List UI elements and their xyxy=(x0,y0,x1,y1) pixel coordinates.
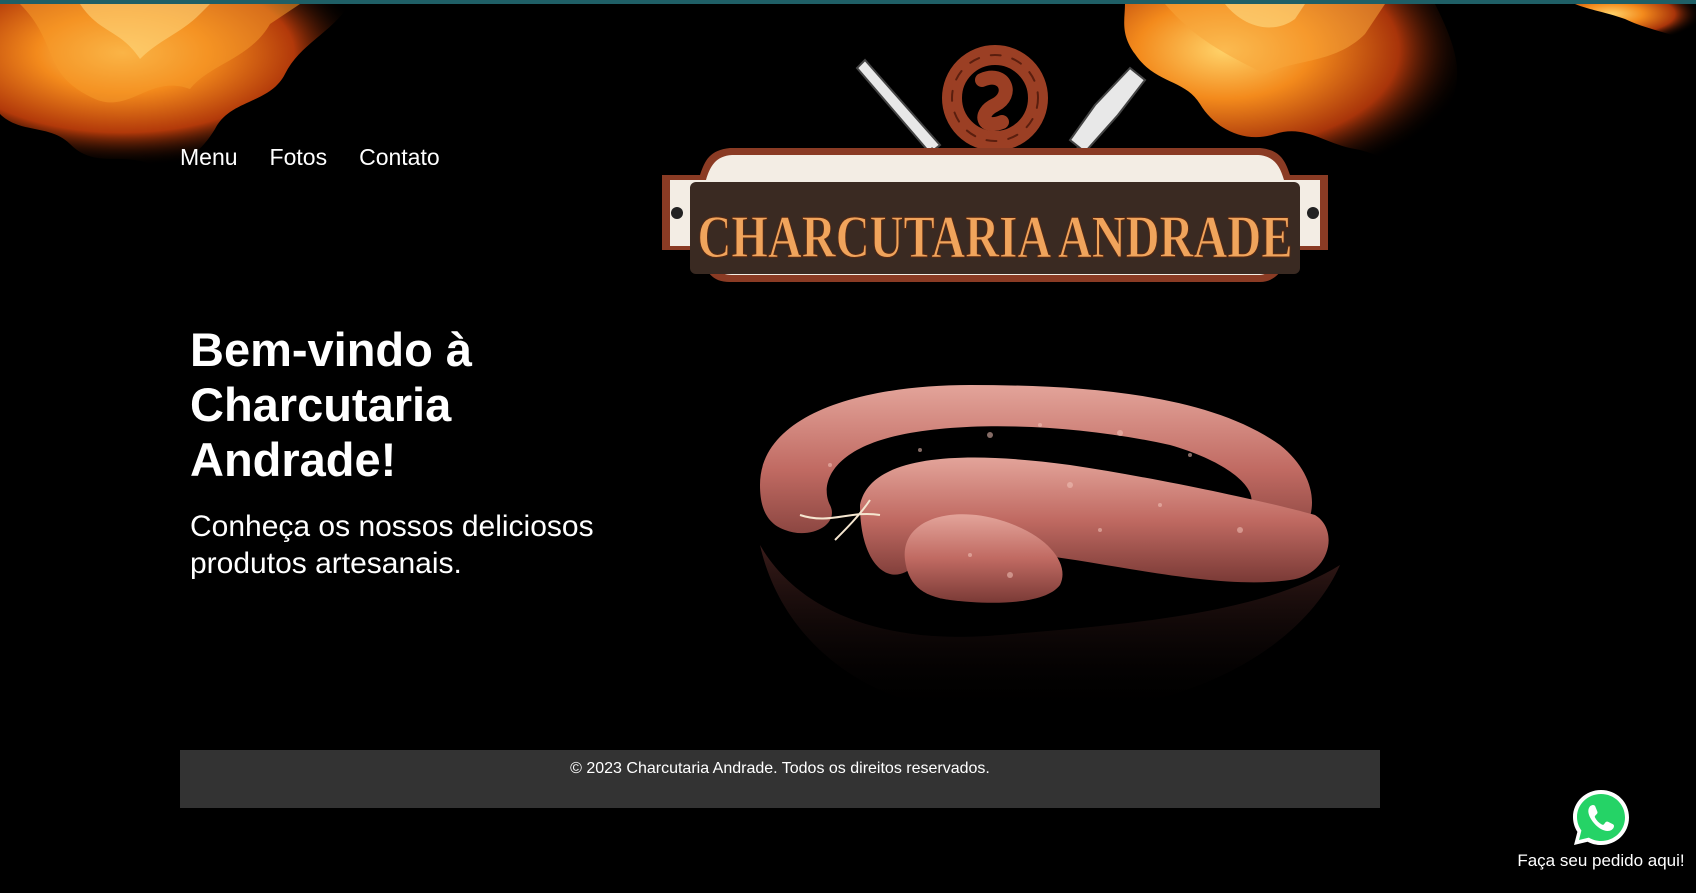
hero-title: Bem-vindo à Charcutaria Andrade! xyxy=(190,323,473,486)
nav-link-fotos[interactable]: Fotos xyxy=(270,144,328,171)
hero-subtitle: Conheça os nossos deliciosos produtos ar… xyxy=(190,510,594,580)
sausage-coil-icon xyxy=(942,45,1048,151)
nav-link-contato[interactable]: Contato xyxy=(359,144,440,171)
nav-link-menu[interactable]: Menu xyxy=(180,144,238,171)
whatsapp-label[interactable]: Faça seu pedido aqui! xyxy=(1508,851,1694,871)
main-nav: Menu Fotos Contato xyxy=(180,144,440,171)
copyright-text: © 2023 Charcutaria Andrade. Todos os dir… xyxy=(570,760,990,777)
logo-text: CHARCUTARIA ANDRADE xyxy=(698,204,1293,270)
whatsapp-icon[interactable] xyxy=(1569,786,1633,850)
site-footer: © 2023 Charcutaria Andrade. Todos os dir… xyxy=(180,750,1380,808)
top-accent-bar xyxy=(0,0,1696,4)
brand-logo: CHARCUTARIA ANDRADE xyxy=(662,45,1328,282)
whatsapp-order-button[interactable]: Faça seu pedido aqui! xyxy=(1508,786,1694,890)
sausage-photo xyxy=(760,385,1340,716)
